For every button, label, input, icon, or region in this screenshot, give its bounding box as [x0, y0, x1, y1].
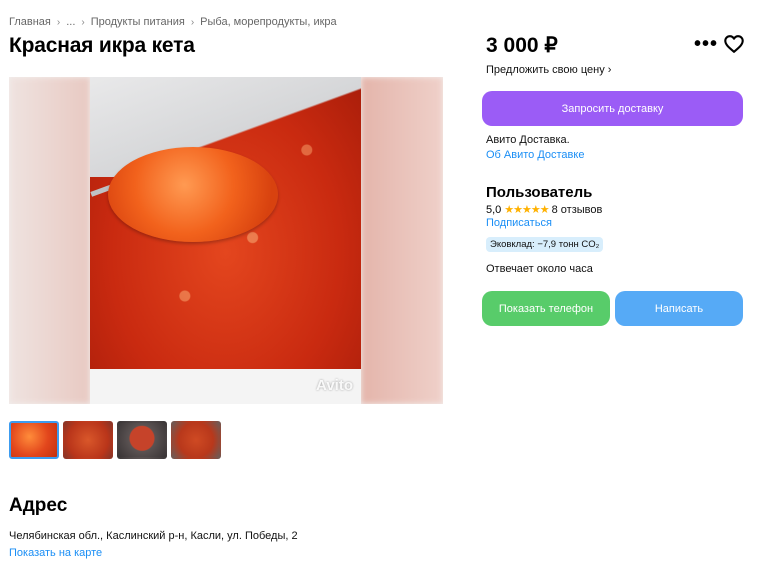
seller-rating: 5,0 ★★★★★ 8 отзывов [486, 203, 603, 217]
response-time: Отвечает около часа [486, 263, 593, 275]
thumbnail-strip [9, 421, 221, 459]
thumbnail-1[interactable] [9, 421, 59, 459]
thumbnail-3[interactable] [117, 421, 167, 459]
thumbnail-4[interactable] [171, 421, 221, 459]
address-text: Челябинская обл., Каслинский р-н, Касли,… [9, 530, 298, 542]
breadcrumb-home[interactable]: Главная [9, 16, 51, 28]
breadcrumb-food[interactable]: Продукты питания [91, 16, 185, 28]
subscribe-link[interactable]: Подписаться [486, 217, 552, 229]
gallery-blur-right [361, 77, 443, 404]
address-heading: Адрес [9, 495, 68, 516]
gallery-blur-left [9, 77, 90, 404]
breadcrumb-ellipsis[interactable]: ... [66, 16, 75, 28]
show-phone-button[interactable]: Показать телефон [482, 291, 610, 326]
breadcrumb-fish[interactable]: Рыба, морепродукты, икра [200, 16, 337, 28]
main-photo[interactable]: Avito [90, 77, 361, 404]
price: 3 000 ₽ [486, 34, 558, 57]
offer-price-label: Предложить свою цену [486, 64, 605, 76]
seller-name[interactable]: Пользователь [486, 184, 592, 201]
chevron-right-icon: › [190, 16, 195, 28]
delivery-text: Авито Доставка. [486, 134, 570, 146]
photo-gallery[interactable]: Avito [9, 77, 443, 404]
avito-watermark: Avito [316, 377, 353, 394]
rating-value: 5,0 [486, 203, 502, 216]
spoon-with-caviar [108, 147, 278, 242]
write-message-button[interactable]: Написать [615, 291, 743, 326]
chevron-right-icon: › [56, 16, 61, 28]
rating-stars: ★★★★★ [504, 204, 549, 216]
offer-price-link[interactable]: Предложить свою цену › [486, 64, 611, 76]
more-dots-icon[interactable]: ••• [694, 34, 718, 54]
chevron-right-icon: › [607, 64, 612, 76]
page-title: Красная икра кета [9, 34, 195, 57]
request-delivery-button[interactable]: Запросить доставку [482, 91, 743, 126]
about-delivery-link[interactable]: Об Авито Доставке [486, 149, 584, 161]
breadcrumb: Главная › ... › Продукты питания › Рыба,… [9, 16, 337, 28]
heart-icon[interactable] [723, 33, 745, 55]
thumbnail-2[interactable] [63, 421, 113, 459]
show-on-map-link[interactable]: Показать на карте [9, 547, 102, 559]
eco-badge[interactable]: Эковклад: −7,9 тонн CO₂ [486, 237, 604, 252]
chevron-right-icon: › [81, 16, 85, 28]
reviews-link[interactable]: 8 отзывов [552, 204, 603, 216]
